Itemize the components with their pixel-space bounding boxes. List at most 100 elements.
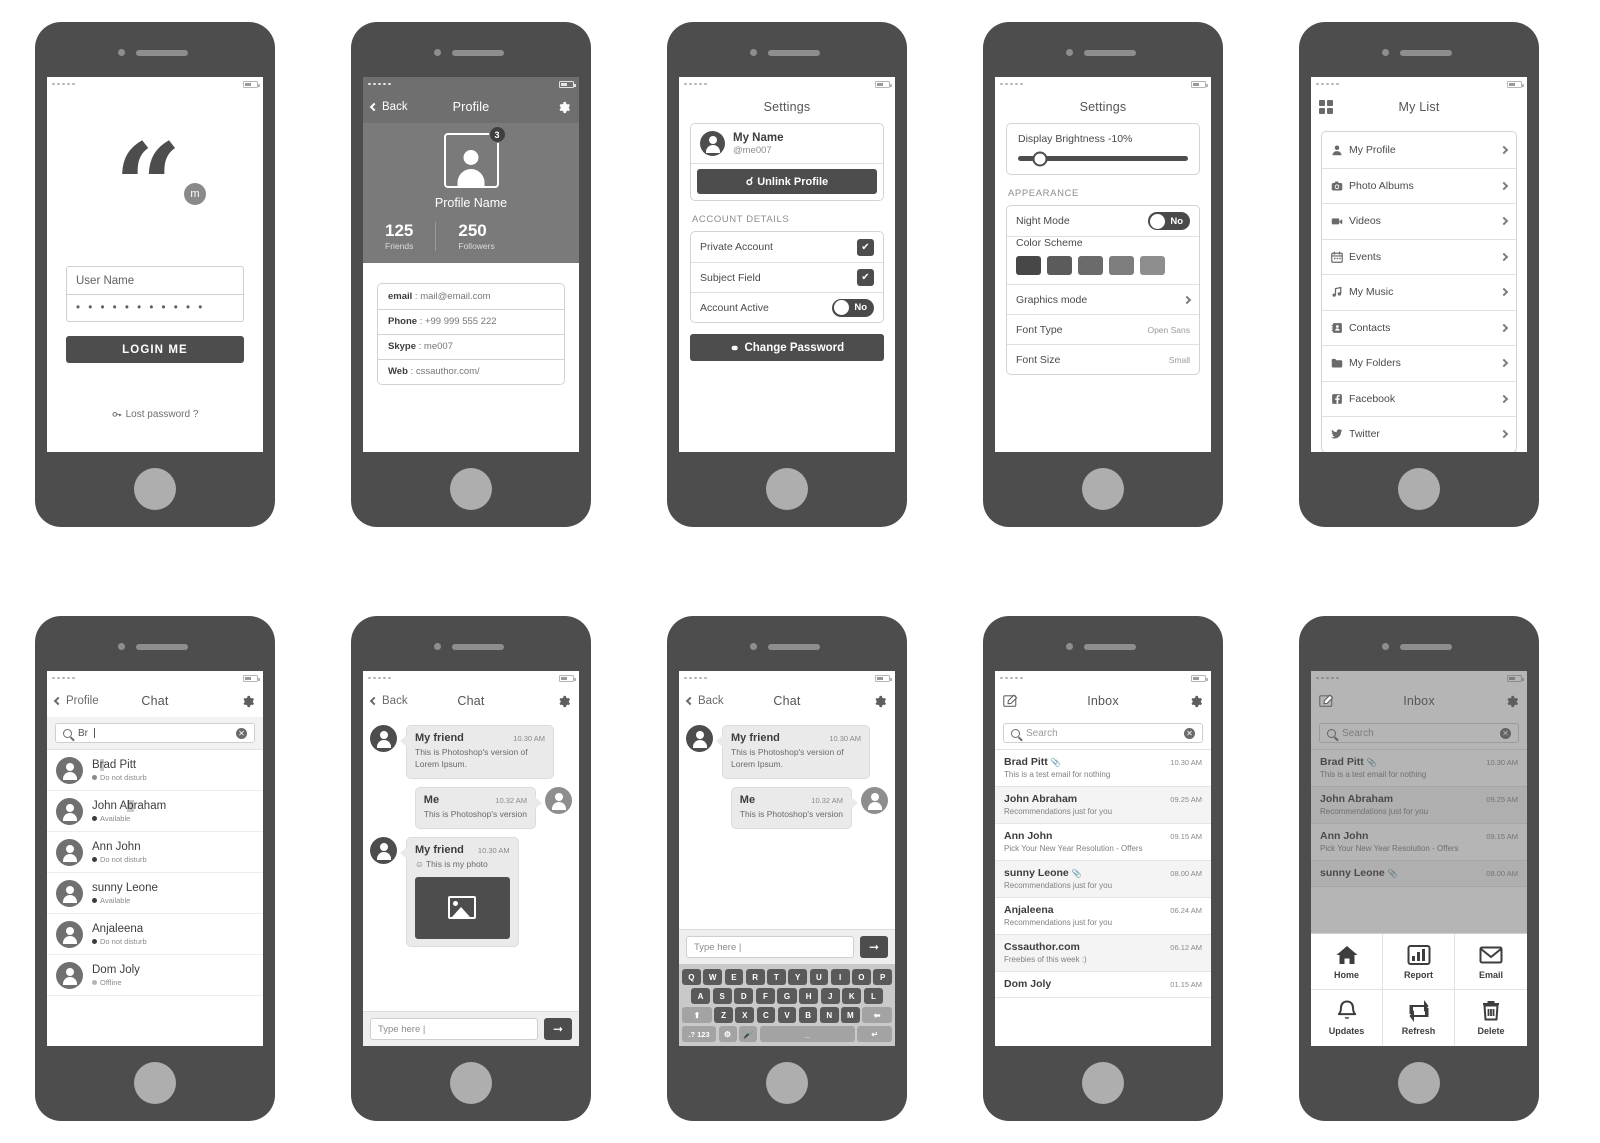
list-item-photo-albums[interactable]: Photo Albums	[1322, 167, 1516, 204]
mail-row[interactable]: Brad Pitt 📎 10.30 AM This is a test emai…	[995, 750, 1211, 787]
row-private-account[interactable]: Private Account ✔	[691, 232, 883, 262]
key-c[interactable]: C	[756, 1007, 776, 1023]
mail-row[interactable]: John Abraham 09.25 AM Recommendations ju…	[1311, 787, 1527, 824]
tab-home[interactable]: Home	[1311, 934, 1383, 990]
list-item-my-profile[interactable]: My Profile	[1322, 132, 1516, 168]
account-row[interactable]: My Name @me007	[691, 124, 883, 163]
key-t[interactable]: T	[767, 969, 786, 985]
search-input[interactable]: Search ✕	[1003, 723, 1203, 743]
clear-icon[interactable]: ✕	[236, 727, 247, 739]
unlink-profile-button[interactable]: ☌ Unlink Profile	[697, 169, 877, 194]
row-night-mode[interactable]: Night Mode No	[1007, 206, 1199, 236]
key-d[interactable]: D	[734, 988, 754, 1004]
key-u[interactable]: U	[809, 969, 829, 985]
password-input[interactable]: • • • • • • • • • • •	[67, 294, 243, 321]
space-key[interactable]: _	[759, 1026, 855, 1042]
key-l[interactable]: L	[863, 988, 883, 1004]
row-font-size[interactable]: Font Size Small	[1007, 344, 1199, 374]
list-item-contacts[interactable]: Contacts	[1322, 309, 1516, 346]
list-item-videos[interactable]: Videos	[1322, 203, 1516, 239]
key-s[interactable]: S	[712, 988, 732, 1004]
contact-row[interactable]: Dom Joly Offline	[47, 955, 263, 996]
contact-row[interactable]: Ann John Do not disturb	[47, 832, 263, 873]
toggle-account-active[interactable]: No	[832, 298, 874, 317]
send-button[interactable]: ➞	[544, 1018, 572, 1040]
globe-icon[interactable]: ⚙	[718, 1026, 737, 1042]
tab-refresh[interactable]: Refresh	[1383, 990, 1455, 1046]
key-p[interactable]: P	[873, 969, 892, 985]
settings-gear-icon[interactable]	[1188, 694, 1203, 709]
mail-row[interactable]: Brad Pitt 📎 10.30 AM This is a test emai…	[1311, 750, 1527, 787]
mail-row[interactable]: John Abraham 09.25 AM Recommendations ju…	[995, 787, 1211, 824]
send-button[interactable]: ➞	[860, 936, 888, 958]
stat-followers[interactable]: 250 Followers	[435, 222, 516, 251]
message-bubble[interactable]: My friend 10.30 AM This is Photoshop's v…	[716, 725, 870, 779]
contact-row[interactable]: Brad Pitt Do not disturb	[47, 750, 263, 791]
row-account-active[interactable]: Account Active No	[691, 292, 883, 322]
home-button[interactable]	[450, 1062, 492, 1104]
clear-icon[interactable]: ✕	[1184, 727, 1195, 739]
lost-password-link[interactable]: Lost password ?	[112, 409, 198, 420]
login-button[interactable]: LOGIN ME	[66, 336, 244, 363]
key-i[interactable]: I	[830, 969, 850, 985]
key-w[interactable]: W	[703, 969, 722, 985]
key-f[interactable]: F	[755, 988, 775, 1004]
settings-gear-icon[interactable]	[1504, 694, 1519, 709]
tab-report[interactable]: Report	[1383, 934, 1455, 990]
stat-friends[interactable]: 125 Friends	[385, 222, 435, 251]
key-k[interactable]: K	[842, 988, 862, 1004]
mail-row[interactable]: Dom Joly 01.15 AM	[995, 972, 1211, 998]
tab-updates[interactable]: Updates	[1311, 990, 1383, 1046]
home-button[interactable]	[766, 1062, 808, 1104]
key-m[interactable]: M	[841, 1007, 860, 1023]
message-bubble[interactable]: My friend 10.30 AM This is Photoshop's v…	[400, 725, 554, 779]
slider-knob[interactable]	[1032, 151, 1048, 166]
numbers-key[interactable]: .? 123	[682, 1026, 716, 1042]
settings-gear-icon[interactable]	[556, 694, 571, 709]
back-button[interactable]: Profile	[53, 695, 99, 707]
grid-menu-button[interactable]	[1319, 100, 1333, 114]
back-button[interactable]: Back	[685, 695, 724, 707]
home-button[interactable]	[450, 468, 492, 510]
home-button[interactable]	[1398, 468, 1440, 510]
compose-icon[interactable]	[1003, 694, 1018, 708]
key-q[interactable]: Q	[682, 969, 701, 985]
toggle-night-mode[interactable]: No	[1148, 212, 1190, 230]
list-item-my-music[interactable]: My Music	[1322, 274, 1516, 310]
mail-row[interactable]: sunny Leone 📎 08.00 AM	[1311, 861, 1527, 887]
message-bubble[interactable]: Me 10.32 AM This is Photoshop's version	[730, 786, 859, 829]
message-bubble[interactable]: My friend 10.30 AM ☺ This is my photo	[400, 836, 519, 947]
key-g[interactable]: G	[777, 988, 797, 1004]
key-a[interactable]: A	[691, 988, 711, 1004]
row-font-type[interactable]: Font Type Open Sans	[1007, 314, 1199, 344]
home-button[interactable]	[1082, 468, 1124, 510]
enter-key[interactable]: ↵	[857, 1026, 892, 1042]
message-input[interactable]: Type here |	[686, 936, 854, 958]
back-button[interactable]: Back	[369, 695, 408, 707]
contact-row[interactable]: sunny Leone Available	[47, 873, 263, 914]
search-input[interactable]: Search ✕	[1319, 723, 1519, 743]
avatar[interactable]	[443, 133, 499, 188]
settings-gear-icon[interactable]	[240, 694, 255, 709]
tab-email[interactable]: Email	[1455, 934, 1527, 990]
mail-row[interactable]: Cssauthor.com 06.12 AM Freebies of this …	[995, 935, 1211, 972]
swatch-2[interactable]	[1047, 256, 1072, 275]
back-button[interactable]: Back	[369, 101, 408, 113]
swatch-4[interactable]	[1109, 256, 1134, 275]
contact-row[interactable]: Anjaleena Do not disturb	[47, 914, 263, 955]
key-v[interactable]: V	[777, 1007, 797, 1023]
checkbox-private-account[interactable]: ✔	[857, 238, 874, 256]
key-r[interactable]: R	[745, 969, 765, 985]
home-button[interactable]	[134, 468, 176, 510]
list-item-events[interactable]: Events	[1322, 238, 1516, 275]
key-b[interactable]: B	[798, 1007, 818, 1023]
shift-key[interactable]: ⬆	[682, 1007, 712, 1023]
mail-row[interactable]: Anjaleena 06.24 AM Recommendations just …	[995, 898, 1211, 935]
contact-row[interactable]: John Abraham Available	[47, 791, 263, 832]
mic-icon[interactable]: 🎤	[739, 1026, 757, 1042]
settings-gear-icon[interactable]	[872, 694, 887, 709]
swatch-3[interactable]	[1078, 256, 1103, 275]
swatch-5[interactable]	[1140, 256, 1165, 275]
tab-delete[interactable]: Delete	[1455, 990, 1527, 1046]
clear-icon[interactable]: ✕	[1500, 727, 1511, 739]
